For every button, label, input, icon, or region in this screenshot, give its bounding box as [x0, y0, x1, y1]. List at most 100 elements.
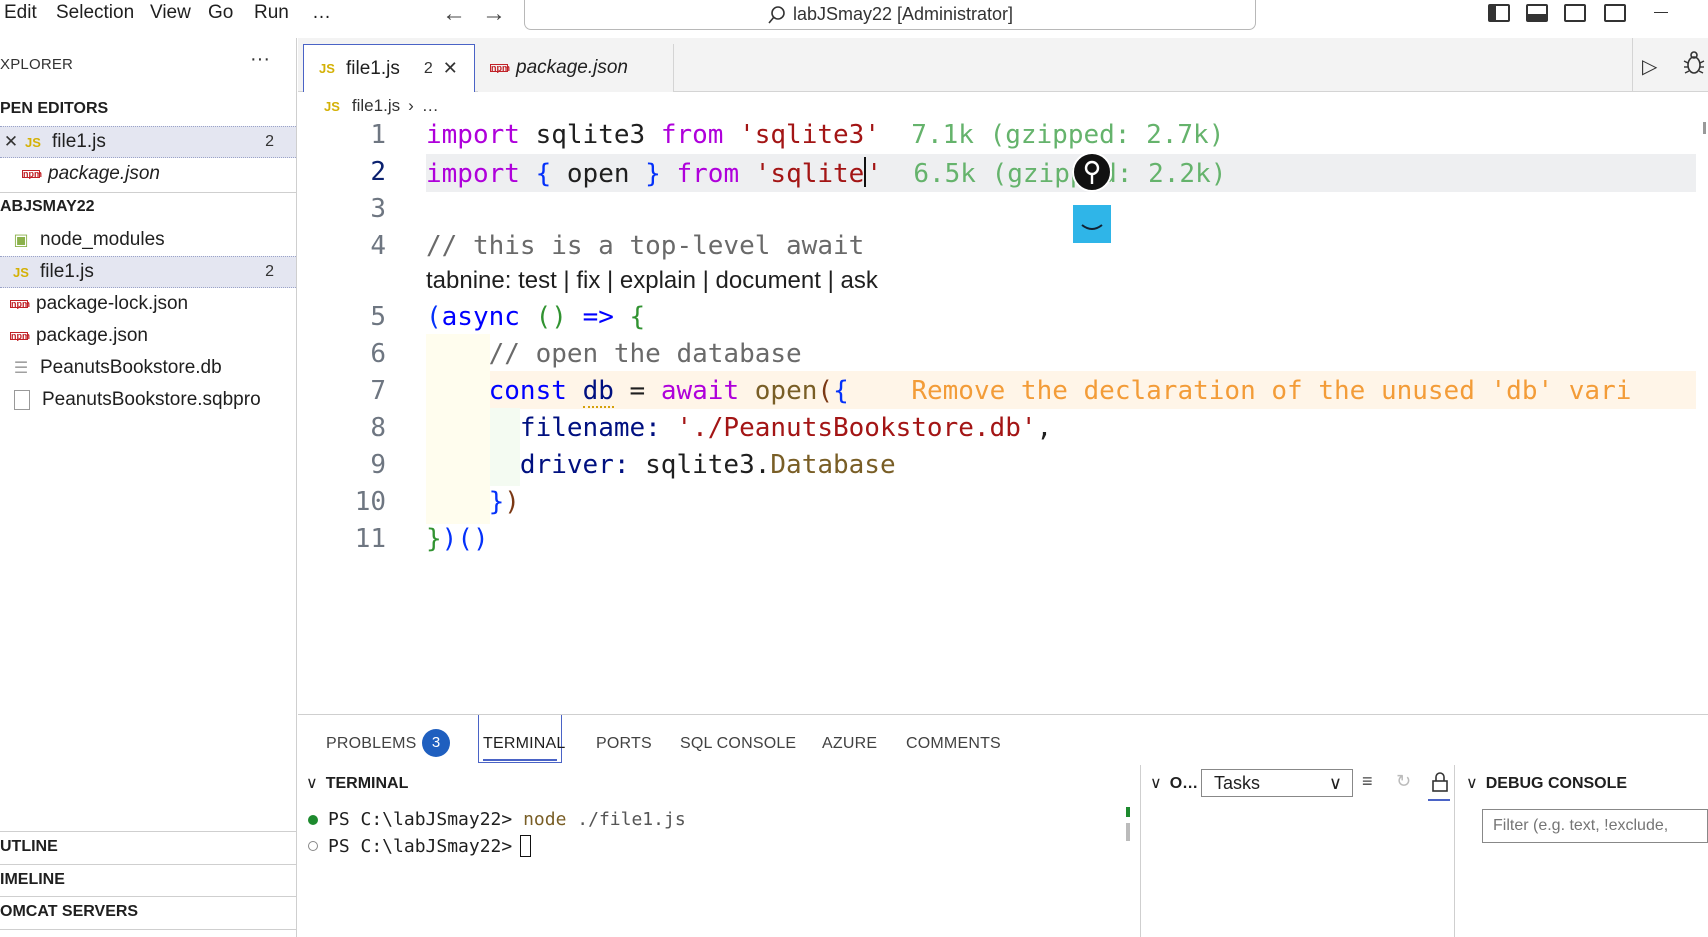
explorer-more-icon[interactable]: ···: [250, 48, 270, 71]
customize-layout-icon[interactable]: [1604, 4, 1626, 22]
js-file-icon: JS: [319, 61, 335, 76]
tab-sql-console[interactable]: SQL CONSOLE: [680, 735, 796, 753]
back-arrow-icon[interactable]: ←: [442, 0, 466, 28]
token-string: 'sqlite3': [739, 122, 880, 150]
line-number: 3: [370, 194, 386, 224]
terminal-line[interactable]: PS C:\labJSmay22> node ./file1.js: [308, 809, 686, 830]
menu-edit[interactable]: Edit: [4, 2, 37, 24]
run-icon[interactable]: ▷: [1642, 54, 1657, 79]
open-editor-item-package-json[interactable]: npm package.json: [0, 158, 296, 190]
close-icon[interactable]: ✕: [0, 132, 22, 152]
npm-file-icon: npm: [490, 63, 510, 73]
debug-filter-input[interactable]: [1482, 809, 1708, 843]
output-channel-select[interactable]: Tasks ∨: [1201, 769, 1353, 797]
open-editors-header[interactable]: PEN EDITORS: [0, 100, 108, 118]
pin-marker-icon[interactable]: [1072, 152, 1112, 192]
line-number: 10: [354, 487, 386, 517]
menu-go[interactable]: Go: [208, 2, 233, 24]
tree-item-peanuts-db[interactable]: ☰ PeanutsBookstore.db: [0, 352, 296, 384]
tomcat-servers-header[interactable]: OMCAT SERVERS: [0, 903, 138, 921]
tree-item-label: PeanutsBookstore.db: [40, 357, 222, 378]
tab-package-json[interactable]: npm package.json: [478, 44, 674, 92]
npm-file-icon: npm: [22, 169, 42, 179]
import-size-hint: 6.5k (gzipped: 2.2k): [913, 159, 1227, 189]
minimize-icon[interactable]: [1654, 12, 1668, 13]
token-keyword: from: [660, 122, 724, 150]
close-icon[interactable]: ✕: [443, 58, 458, 79]
command-pending-icon: [308, 841, 318, 851]
token-property: filename:: [519, 413, 661, 443]
tree-item-file1-js[interactable]: JS file1.js 2: [0, 256, 296, 288]
token-identifier: sqlite3: [535, 122, 646, 150]
code-line-4: // this is a top-level await: [426, 231, 864, 261]
token-variable-unused[interactable]: db: [582, 376, 614, 408]
terminal-command: node: [523, 809, 567, 830]
open-editor-item-file1[interactable]: ✕ JS file1.js 2: [0, 126, 296, 158]
menu-view[interactable]: View: [150, 2, 191, 24]
tree-item-peanuts-sqbpro[interactable]: PeanutsBookstore.sqbpro: [0, 384, 296, 416]
code-line-6: // open the database: [426, 339, 802, 369]
token-bracket: (: [426, 302, 442, 332]
tree-item-node-modules[interactable]: ▣ node_modules: [0, 224, 296, 256]
active-toggle-indicator: [1428, 799, 1450, 801]
code-line-1: import sqlite3 from 'sqlite3' 7.1k (gzip…: [426, 122, 1224, 150]
terminal-line[interactable]: PS C:\labJSmay22>: [308, 835, 532, 857]
divider: [0, 192, 297, 193]
token-keyword: await: [660, 376, 740, 406]
breadcrumb-symbol[interactable]: …: [422, 96, 439, 116]
token-keyword: const: [488, 376, 567, 406]
terminal-header-label: TERMINAL: [325, 775, 409, 792]
tab-ports[interactable]: PORTS: [596, 735, 652, 753]
line-number: 6: [370, 339, 386, 369]
breadcrumb-file[interactable]: file1.js: [352, 96, 400, 116]
token-operator: =: [629, 376, 646, 406]
debug-console-header[interactable]: ∨ DEBUG CONSOLE: [1466, 773, 1627, 793]
tree-item-package-json[interactable]: npm package.json: [0, 320, 296, 352]
token-keyword: async: [441, 302, 520, 332]
scrollbar-marker: [1703, 122, 1706, 134]
lock-icon[interactable]: [1430, 771, 1450, 793]
token-bracket: (): [457, 524, 489, 554]
file-icon: [14, 390, 30, 410]
tab-file1-js[interactable]: JS file1.js 2 ✕: [303, 44, 475, 92]
menu-selection[interactable]: Selection: [56, 2, 134, 24]
open-editor-label: file1.js: [52, 131, 106, 152]
token-bracket: ): [441, 524, 458, 554]
menu-run[interactable]: Run: [254, 2, 289, 24]
code-line-10: }): [426, 487, 520, 517]
command-center-search[interactable]: labJSmay22 [Administrator]: [524, 0, 1256, 30]
npm-file-icon: npm: [10, 331, 30, 341]
toggle-primary-sidebar-icon[interactable]: [1488, 4, 1510, 22]
active-tab-indicator: [483, 759, 557, 761]
output-header-label: O…: [1169, 775, 1199, 792]
tab-comments[interactable]: COMMENTS: [906, 735, 1001, 753]
terminal-scrollbar[interactable]: [1126, 823, 1130, 841]
workspace-header[interactable]: ABJSMAY22: [0, 198, 95, 216]
clear-output-icon[interactable]: ≡: [1362, 771, 1373, 792]
output-section-header[interactable]: ∨ O…: [1150, 773, 1198, 793]
command-center-label: labJSmay22 [Administrator]: [792, 4, 1014, 24]
line-number: 4: [370, 231, 386, 261]
tabnine-icon[interactable]: [1072, 204, 1112, 244]
forward-arrow-icon[interactable]: →: [482, 0, 506, 28]
code-line-8: filename: './PeanutsBookstore.db',: [426, 413, 1052, 443]
problems-count-badge: 3: [422, 729, 450, 757]
tab-terminal[interactable]: TERMINAL: [483, 735, 566, 753]
toggle-secondary-sidebar-icon[interactable]: [1564, 4, 1586, 22]
outline-header[interactable]: UTLINE: [0, 838, 58, 856]
tabnine-codelens[interactable]: tabnine: test | fix | explain | document…: [426, 267, 878, 295]
toggle-panel-icon[interactable]: [1526, 4, 1548, 22]
timeline-header[interactable]: IMELINE: [0, 871, 65, 889]
database-icon: ☰: [13, 360, 29, 377]
menu-more[interactable]: …: [312, 2, 331, 24]
code-line-5: (async () => {: [426, 302, 645, 332]
code-editor[interactable]: 1 2 3 4 5 6 7 8 9 10 11 import sqlite3 f…: [298, 122, 1708, 714]
tree-item-package-lock-json[interactable]: npm package-lock.json: [0, 288, 296, 320]
refresh-icon[interactable]: ↻: [1396, 771, 1411, 792]
terminal-section-header[interactable]: ∨ TERMINAL: [306, 773, 408, 793]
tab-azure[interactable]: AZURE: [822, 735, 877, 753]
tree-item-label: node_modules: [40, 229, 165, 250]
bug-icon[interactable]: [1682, 50, 1706, 76]
js-file-icon: JS: [25, 134, 41, 150]
tab-problems[interactable]: PROBLEMS: [326, 735, 417, 753]
